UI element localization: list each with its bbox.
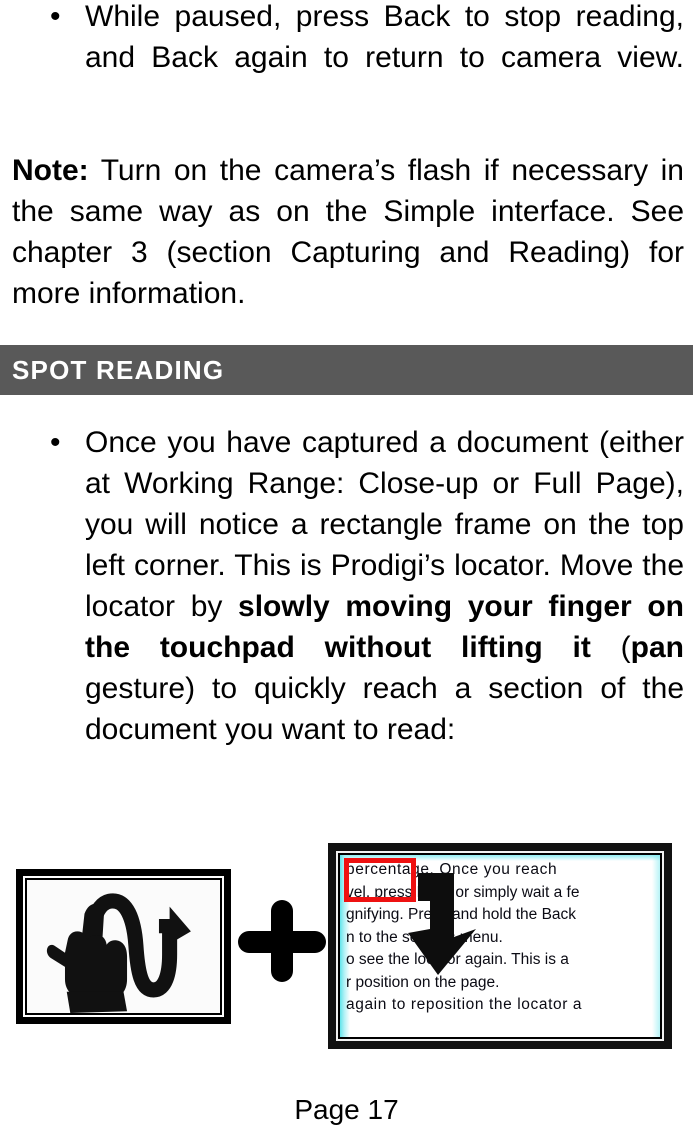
list-item: • While paused, press Back to stop readi… bbox=[0, 0, 693, 119]
note-paragraph: Note: Turn on the camera’s flash if nece… bbox=[0, 150, 693, 314]
gesture-canvas bbox=[27, 880, 220, 1013]
pan-gesture-icon bbox=[46, 893, 191, 1013]
screenshot-canvas: percentage. Once you reach vel. press Ba… bbox=[340, 855, 660, 1037]
spot-reading-bullet: • Once you have captured a document (eit… bbox=[0, 422, 693, 750]
list-item-text: Once you have captured a document (eithe… bbox=[85, 422, 684, 750]
spot-text-part-2: gesture) to quickly reach a section of t… bbox=[85, 672, 684, 746]
gesture-frame-border bbox=[23, 876, 224, 1017]
pointer-arrow-icon bbox=[392, 871, 502, 981]
document-page: • While paused, press Back to stop readi… bbox=[0, 0, 693, 1137]
screenshot-line: again to reposition the locator a bbox=[346, 996, 583, 1013]
list-item: • Once you have captured a document (eit… bbox=[0, 422, 684, 750]
note-text: Turn on the camera’s flash if necessary … bbox=[12, 154, 684, 310]
plus-vertical-bar bbox=[271, 900, 293, 982]
spot-text-bold-2: pan bbox=[630, 631, 684, 664]
list-item-text: While paused, press Back to stop reading… bbox=[85, 0, 684, 74]
screenshot-frame-border: percentage. Once you reach vel. press Ba… bbox=[336, 851, 664, 1041]
page-number: Page 17 bbox=[294, 1094, 399, 1125]
plus-icon bbox=[238, 900, 326, 982]
device-screenshot-figure: percentage. Once you reach vel. press Ba… bbox=[328, 843, 672, 1049]
bullet-marker: • bbox=[50, 426, 61, 459]
top-bullet-list: • While paused, press Back to stop readi… bbox=[0, 0, 693, 119]
bullet-marker: • bbox=[50, 0, 61, 33]
spot-text-mid: ( bbox=[590, 631, 631, 664]
section-title: SPOT READING bbox=[12, 354, 225, 385]
note-label: Note: bbox=[12, 154, 89, 187]
page-number-footer: Page 17 bbox=[0, 1094, 693, 1126]
pan-gesture-figure bbox=[16, 869, 231, 1024]
section-header-spot-reading: SPOT READING bbox=[0, 345, 693, 395]
